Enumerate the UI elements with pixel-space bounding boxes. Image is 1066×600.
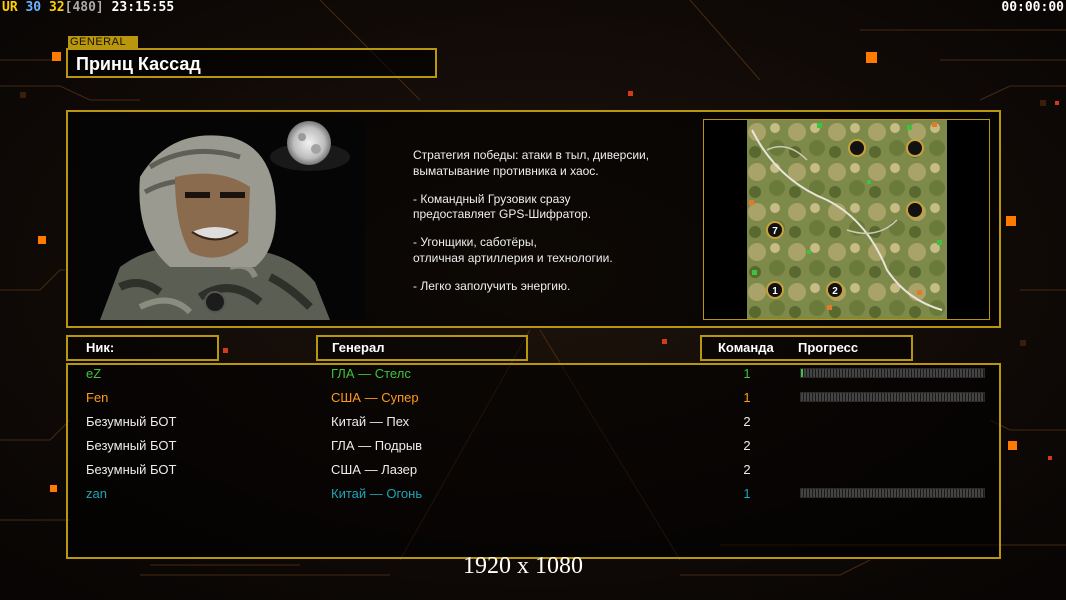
player-row[interactable]: Безумный БОТ ГЛА — Подрыв 2 — [0, 436, 1066, 456]
player-general: Китай — Огонь — [331, 486, 423, 501]
header-team-progress: Команда Прогресс — [700, 335, 913, 361]
map-marker-label: 7 — [772, 226, 778, 237]
player-progress-bar — [800, 392, 985, 402]
description-line: - Командный Грузовик сразу предоставляет… — [413, 191, 592, 222]
clock: 23:15:55 — [111, 0, 175, 15]
description-line: Стратегия победы: атаки в тыл, диверсии,… — [413, 148, 650, 178]
description-line: - Легко заполучить энергию. — [413, 278, 571, 293]
description-line: - Угонщики, саботёры, отличная артиллери… — [413, 235, 613, 265]
resolution-label: 1920 x 1080 — [463, 553, 583, 579]
ping-value: [480] — [64, 0, 104, 15]
portrait-image — [80, 117, 365, 320]
player-general: США — Супер — [331, 390, 419, 405]
general-description: Стратегия победы: атаки в тыл, диверсии,… — [413, 148, 693, 307]
player-team: 1 — [743, 390, 751, 405]
header-progress-label: Прогресс — [798, 340, 859, 355]
player-general: ГЛА — Подрыв — [331, 438, 423, 453]
player-nick: Безумный БОТ — [86, 414, 177, 429]
player-nick: eZ — [86, 366, 102, 381]
player-team: 2 — [743, 414, 751, 429]
fps-value-1: 30 — [25, 0, 42, 15]
map-marker-label: 2 — [832, 286, 838, 297]
player-team: 2 — [743, 462, 751, 477]
player-general: Китай — Пех — [331, 414, 410, 429]
ur-label: UR — [2, 0, 18, 15]
header-nick-label: Ник: — [86, 340, 115, 355]
header-nick: Ник: — [66, 335, 219, 361]
player-progress-bar — [800, 488, 985, 498]
header-general: Генерал — [316, 335, 528, 361]
player-general: ГЛА — Стелс — [331, 366, 411, 381]
general-name: Принц Кассад — [76, 54, 201, 74]
map-marker-label: 1 — [772, 286, 778, 297]
player-row[interactable]: Безумный БОТ США — Лазер 2 — [0, 460, 1066, 480]
player-row[interactable]: eZ ГЛА — Стелс 1 — [0, 364, 1066, 384]
player-row[interactable]: Безумный БОТ Китай — Пех 2 — [0, 412, 1066, 432]
progress-fill — [801, 369, 803, 377]
header-team-label: Команда — [718, 340, 774, 355]
match-timer: 00:00:00 — [1001, 0, 1064, 15]
player-progress-bar — [800, 368, 985, 378]
general-tag: GENERAL — [68, 36, 138, 48]
player-team: 2 — [743, 438, 751, 453]
map-preview[interactable]: 7 1 2 — [747, 120, 947, 319]
fps-counter: UR 30 32[480] 23:15:55 — [2, 0, 174, 15]
general-name-box: Принц Кассад — [66, 48, 437, 78]
player-nick: Безумный БОТ — [86, 462, 177, 477]
player-row[interactable]: zan Китай — Огонь 1 — [0, 484, 1066, 504]
player-nick: zan — [86, 486, 107, 501]
player-general: США — Лазер — [331, 462, 418, 477]
player-nick: Безумный БОТ — [86, 438, 177, 453]
player-nick: Fen — [86, 390, 109, 405]
general-portrait — [80, 117, 365, 320]
player-team: 1 — [743, 486, 751, 501]
player-row[interactable]: Fen США — Супер 1 — [0, 388, 1066, 408]
header-general-label: Генерал — [332, 340, 385, 355]
fps-value-2: 32 — [48, 0, 65, 15]
player-team: 1 — [743, 366, 751, 381]
